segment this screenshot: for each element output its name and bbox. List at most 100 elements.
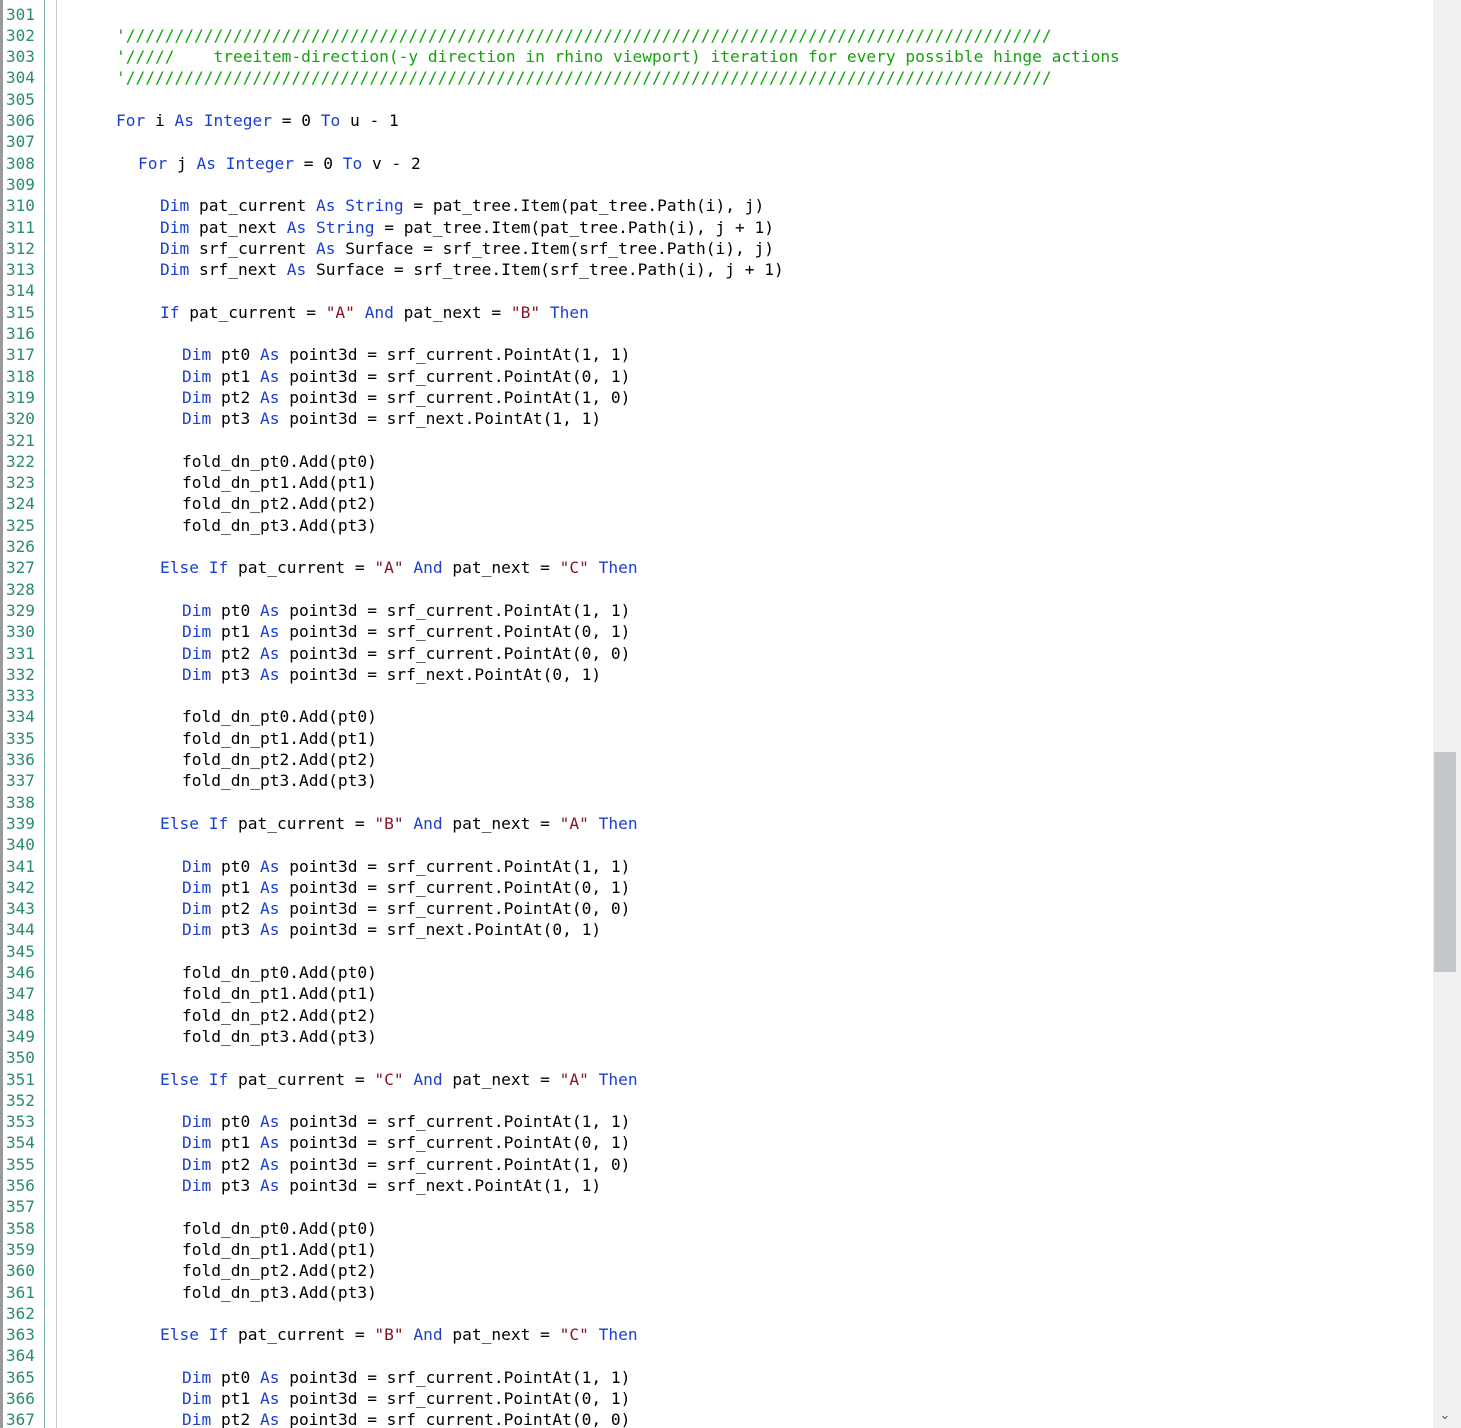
code-line[interactable]: Dim pt0 As point3d = srf_current.PointAt… bbox=[182, 1111, 630, 1132]
string-token: "C" bbox=[374, 1069, 404, 1089]
line-number: 324 bbox=[6, 494, 35, 514]
line-number: 356 bbox=[6, 1176, 35, 1195]
code-line[interactable]: fold_dn_pt0.Add(pt0) bbox=[182, 1218, 377, 1239]
code-line[interactable]: Dim pt2 As point3d = srf_current.PointAt… bbox=[182, 1154, 630, 1175]
code-line[interactable]: Dim pt1 As point3d = srf_current.PointAt… bbox=[182, 366, 630, 387]
code-line[interactable]: For i As Integer = 0 To u - 1 bbox=[116, 110, 399, 131]
plain-token: Surface = srf_tree.Item(srf_tree.Path(i)… bbox=[335, 238, 775, 258]
line-number: 306 bbox=[6, 111, 35, 130]
code-line[interactable]: fold_dn_pt2.Add(pt2) bbox=[182, 1260, 377, 1281]
line-number: 327 bbox=[6, 558, 35, 578]
plain-token: pat_next = bbox=[442, 813, 560, 833]
keyword-token: Dim bbox=[182, 1133, 212, 1153]
line-number: 323 bbox=[6, 473, 35, 493]
keyword-token: As bbox=[286, 217, 307, 237]
plain-token: fold_dn_pt3.Add(pt3) bbox=[182, 771, 377, 791]
keyword-token: Then bbox=[598, 558, 638, 578]
code-line[interactable]: Dim pt0 As point3d = srf_current.PointAt… bbox=[182, 600, 630, 621]
code-line[interactable]: fold_dn_pt0.Add(pt0) bbox=[182, 706, 377, 727]
plain-token: pt3 bbox=[211, 664, 260, 684]
code-line[interactable]: fold_dn_pt1.Add(pt1) bbox=[182, 472, 377, 493]
plain-token: pt0 bbox=[211, 345, 260, 365]
code-line[interactable]: fold_dn_pt2.Add(pt2) bbox=[182, 1005, 377, 1026]
plain-token: pat_current bbox=[189, 196, 316, 216]
line-number: 315 bbox=[6, 302, 35, 322]
chevron-down-icon[interactable]: ⌄ bbox=[1433, 1406, 1457, 1426]
line-number: 343 bbox=[6, 899, 35, 919]
keyword-token: As bbox=[259, 1410, 280, 1428]
plain-token: point3d = srf_next.PointAt(1, 1) bbox=[279, 409, 602, 429]
code-line[interactable]: Else If pat_current = "A" And pat_next =… bbox=[160, 557, 638, 578]
code-line[interactable]: Dim pat_current As String = pat_tree.Ite… bbox=[160, 195, 764, 216]
code-line[interactable]: Dim pt1 As point3d = srf_current.PointAt… bbox=[182, 1132, 630, 1153]
line-number: 364 bbox=[6, 1346, 35, 1366]
plain-token: fold_dn_pt1.Add(pt1) bbox=[182, 1239, 377, 1259]
code-line[interactable]: '///// treeitem-direction(-y direction i… bbox=[116, 46, 1120, 67]
code-line[interactable]: '///////////////////////////////////////… bbox=[116, 67, 1052, 88]
scrollbar-thumb[interactable] bbox=[1434, 752, 1456, 972]
line-number: 347 bbox=[6, 984, 35, 1004]
code-line[interactable]: Dim pt2 As point3d = srf_current.PointAt… bbox=[182, 643, 630, 664]
code-line[interactable]: fold_dn_pt1.Add(pt1) bbox=[182, 983, 377, 1004]
code-line[interactable]: fold_dn_pt2.Add(pt2) bbox=[182, 749, 377, 770]
line-number: 304 bbox=[6, 68, 35, 88]
line-number: 361 bbox=[6, 1282, 35, 1302]
code-line[interactable]: Dim pt1 As point3d = srf_current.PointAt… bbox=[182, 1388, 630, 1409]
plain-token: pt1 bbox=[211, 877, 260, 897]
code-line[interactable]: Dim pt1 As point3d = srf_current.PointAt… bbox=[182, 877, 630, 898]
line-number: 320 bbox=[6, 409, 35, 429]
code-line[interactable]: fold_dn_pt2.Add(pt2) bbox=[182, 493, 377, 514]
plain-token: point3d = srf_next.PointAt(1, 1) bbox=[279, 1176, 602, 1195]
keyword-token: Dim bbox=[182, 1154, 212, 1174]
keyword-token: As bbox=[259, 1176, 280, 1195]
code-line[interactable]: fold_dn_pt3.Add(pt3) bbox=[182, 1282, 377, 1303]
code-line[interactable]: Dim srf_next As Surface = srf_tree.Item(… bbox=[160, 259, 784, 280]
line-number: 353 bbox=[6, 1112, 35, 1132]
plain-token: = pat_tree.Item(pat_tree.Path(i), j + 1) bbox=[374, 217, 775, 237]
line-number: 346 bbox=[6, 963, 35, 982]
code-line[interactable]: Dim pt2 As point3d = srf_current.PointAt… bbox=[182, 1409, 630, 1428]
plain-token: point3d = srf_current.PointAt(0, 0) bbox=[279, 643, 631, 663]
code-line[interactable]: fold_dn_pt3.Add(pt3) bbox=[182, 515, 377, 536]
code-line[interactable]: fold_dn_pt3.Add(pt3) bbox=[182, 1026, 377, 1047]
plain-token: fold_dn_pt2.Add(pt2) bbox=[182, 1005, 377, 1025]
code-line[interactable]: Dim pt0 As point3d = srf_current.PointAt… bbox=[182, 856, 630, 877]
vertical-scrollbar[interactable]: ⌄ bbox=[1433, 0, 1461, 1428]
plain-token: pt3 bbox=[211, 1176, 260, 1195]
code-line[interactable]: fold_dn_pt0.Add(pt0) bbox=[182, 451, 377, 472]
code-line[interactable]: Dim srf_current As Surface = srf_tree.It… bbox=[160, 238, 774, 259]
code-line[interactable]: Dim pt3 As point3d = srf_next.PointAt(0,… bbox=[182, 664, 601, 685]
code-line[interactable]: Dim pt2 As point3d = srf_current.PointAt… bbox=[182, 387, 630, 408]
plain-token: fold_dn_pt1.Add(pt1) bbox=[182, 728, 377, 748]
plain-token: j bbox=[167, 153, 197, 173]
code-editor[interactable]: 301 302 '/////////////////////////////////… bbox=[0, 0, 1461, 1428]
keyword-token: Else bbox=[160, 1069, 199, 1089]
line-number: 342 bbox=[6, 877, 35, 897]
code-line[interactable]: Dim pt2 As point3d = srf_current.PointAt… bbox=[182, 898, 630, 919]
code-line[interactable]: Dim pt3 As point3d = srf_next.PointAt(1,… bbox=[182, 1175, 601, 1196]
code-line[interactable]: Else If pat_current = "C" And pat_next =… bbox=[160, 1069, 638, 1090]
code-line[interactable]: Dim pt3 As point3d = srf_next.PointAt(1,… bbox=[182, 408, 601, 429]
keyword-token: Dim bbox=[182, 1112, 212, 1132]
code-line[interactable]: Dim pt1 As point3d = srf_current.PointAt… bbox=[182, 621, 630, 642]
code-line[interactable]: For j As Integer = 0 To v - 2 bbox=[138, 153, 421, 174]
code-line[interactable]: fold_dn_pt3.Add(pt3) bbox=[182, 770, 377, 791]
code-line[interactable]: fold_dn_pt0.Add(pt0) bbox=[182, 962, 377, 983]
code-line[interactable]: fold_dn_pt1.Add(pt1) bbox=[182, 728, 377, 749]
code-line[interactable]: '///////////////////////////////////////… bbox=[116, 25, 1052, 46]
code-line[interactable]: Dim pt3 As point3d = srf_next.PointAt(0,… bbox=[182, 919, 601, 940]
plain-token: fold_dn_pt2.Add(pt2) bbox=[182, 750, 377, 769]
code-line[interactable]: Dim pt0 As point3d = srf_current.PointAt… bbox=[182, 344, 630, 365]
code-line[interactable]: fold_dn_pt1.Add(pt1) bbox=[182, 1239, 377, 1260]
code-line[interactable]: Else If pat_current = "B" And pat_next =… bbox=[160, 813, 638, 834]
code-line[interactable]: Else If pat_current = "B" And pat_next =… bbox=[160, 1324, 638, 1345]
keyword-token: Dim bbox=[182, 600, 212, 620]
code-line[interactable]: Dim pt0 As point3d = srf_current.PointAt… bbox=[182, 1367, 630, 1388]
code-line[interactable]: Dim pat_next As String = pat_tree.Item(p… bbox=[160, 217, 774, 238]
plain-token: point3d = srf_current.PointAt(0, 1) bbox=[279, 1389, 631, 1408]
code-line[interactable]: If pat_current = "A" And pat_next = "B" … bbox=[160, 302, 589, 323]
